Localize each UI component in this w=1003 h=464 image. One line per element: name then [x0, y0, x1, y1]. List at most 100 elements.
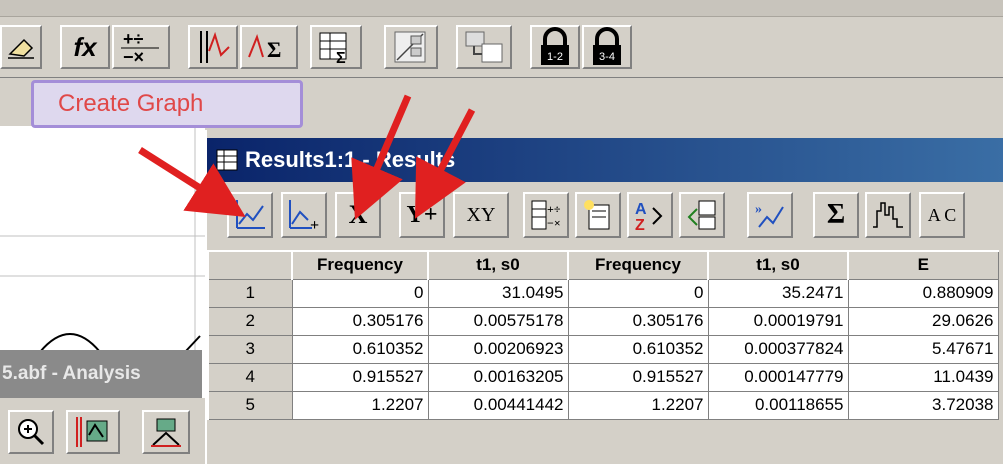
table-cell[interactable]: 0.000147779: [707, 362, 849, 392]
table-cell[interactable]: 0: [567, 278, 709, 308]
svg-text:»: »: [755, 202, 762, 217]
arithmetic-icon[interactable]: +÷ −×: [112, 25, 170, 69]
table-cell[interactable]: 0.000377824: [707, 334, 849, 364]
table-cell[interactable]: 0.00575178: [427, 306, 569, 336]
row-header[interactable]: 1: [207, 278, 293, 308]
svg-text:+÷: +÷: [547, 202, 561, 216]
results-grid: Frequency t1, s0 Frequency t1, s0 E 1 0 …: [207, 250, 999, 420]
zoom-in-icon[interactable]: [8, 410, 54, 454]
svg-text:3-4: 3-4: [599, 51, 615, 63]
new-sheet-icon[interactable]: [575, 192, 621, 238]
results-titlebar[interactable]: Results1:1 - Results: [207, 138, 1003, 182]
row-header[interactable]: 4: [207, 362, 293, 392]
create-graph-icon[interactable]: [227, 192, 273, 238]
table-cell[interactable]: 1.2207: [291, 390, 429, 420]
fit-icon[interactable]: [142, 410, 190, 454]
table-cell[interactable]: 3.72038: [847, 390, 999, 420]
table-cell[interactable]: 5.47671: [847, 334, 999, 364]
lock-3-4-icon[interactable]: 3-4: [582, 25, 632, 69]
set-xy-button[interactable]: XY: [453, 192, 509, 238]
row-header[interactable]: 3: [207, 334, 293, 364]
set-x-button[interactable]: X: [335, 192, 381, 238]
table-cell[interactable]: 0.915527: [567, 362, 709, 392]
table-cell[interactable]: 0.00206923: [427, 334, 569, 364]
table-cell[interactable]: 0.00118655: [707, 390, 849, 420]
svg-text:−×: −×: [123, 47, 144, 66]
results-toolbar: + X Y+ XY +÷ −× AZ » Σ A C: [207, 182, 1003, 248]
table-cell[interactable]: 0.610352: [291, 334, 429, 364]
lock-1-2-icon[interactable]: 1-2: [530, 25, 580, 69]
import-icon[interactable]: [679, 192, 725, 238]
results-title: Results1:1 - Results: [245, 147, 456, 172]
svg-text:+÷: +÷: [123, 29, 144, 49]
cursor-measure-icon[interactable]: [188, 25, 238, 69]
analysis-toolbar: [0, 398, 205, 464]
table-cell[interactable]: 0.00163205: [427, 362, 569, 392]
graph-trace: [0, 126, 205, 366]
text-format-label: A C: [927, 204, 957, 225]
results-window: Results1:1 - Results + X Y+ XY +÷−× AZ: [205, 130, 1003, 464]
histogram-icon[interactable]: [865, 192, 911, 238]
table-cell[interactable]: 11.0439: [847, 362, 999, 392]
integrate-icon[interactable]: Σ: [240, 25, 298, 69]
append-graph-icon[interactable]: +: [281, 192, 327, 238]
import-data-icon[interactable]: [456, 25, 512, 69]
table-cell[interactable]: 0.305176: [291, 306, 429, 336]
column-header[interactable]: Frequency: [291, 250, 429, 280]
table-row: 5 1.2207 0.00441442 1.2207 0.00118655 3.…: [207, 390, 999, 420]
set-xy-label: XY: [466, 203, 496, 226]
top-strip: [0, 0, 1003, 17]
corner-header[interactable]: [207, 250, 293, 280]
table-cell[interactable]: 29.0626: [847, 306, 999, 336]
table-row: 3 0.610352 0.00206923 0.610352 0.0003778…: [207, 334, 999, 364]
text-format-button[interactable]: A C: [919, 192, 965, 238]
set-y-label: Y+: [406, 201, 438, 228]
svg-text:+: +: [310, 217, 319, 232]
main-toolbar: fx +÷ −× Σ Σ 1-2 3-4: [0, 17, 1003, 78]
set-y-button[interactable]: Y+: [399, 192, 445, 238]
row-header[interactable]: 2: [207, 306, 293, 336]
table-cell[interactable]: 0.915527: [291, 362, 429, 392]
svg-text:A: A: [635, 201, 647, 218]
column-header[interactable]: t1, s0: [707, 250, 849, 280]
table-cell[interactable]: 0.00019791: [707, 306, 849, 336]
table-cell[interactable]: 0: [291, 278, 429, 308]
sort-icon[interactable]: AZ: [627, 192, 673, 238]
statistics-icon[interactable]: [384, 25, 438, 69]
function-button[interactable]: fx: [60, 25, 110, 69]
analysis-window-title: 5.abf - Analysis: [2, 363, 141, 384]
column-header[interactable]: E: [847, 250, 999, 280]
table-cell[interactable]: 0.610352: [567, 334, 709, 364]
table-cell[interactable]: 0.305176: [567, 306, 709, 336]
table-row: 2 0.305176 0.00575178 0.305176 0.0001979…: [207, 306, 999, 336]
sum-button[interactable]: Σ: [813, 192, 859, 238]
set-x-label: X: [348, 200, 368, 229]
svg-text:−×: −×: [547, 216, 561, 230]
table-row: 4 0.915527 0.00163205 0.915527 0.0001477…: [207, 362, 999, 392]
table-cell[interactable]: 0.880909: [847, 278, 999, 308]
create-graph-tooltip: Create Graph: [31, 80, 303, 128]
table-row: 1 0 31.0495 0 35.2471 0.880909: [207, 278, 999, 308]
row-header[interactable]: 5: [207, 390, 293, 420]
svg-text:Σ: Σ: [267, 37, 281, 62]
autoscale-icon[interactable]: [66, 410, 120, 454]
svg-text:Z: Z: [635, 217, 645, 232]
fx-label: fx: [73, 31, 97, 62]
create-graph-label: Create Graph: [58, 90, 204, 117]
column-header[interactable]: t1, s0: [427, 250, 569, 280]
svg-text:1-2: 1-2: [547, 51, 563, 63]
table-cell[interactable]: 1.2207: [567, 390, 709, 420]
analysis-window-titlebar[interactable]: 5.abf - Analysis: [0, 350, 202, 398]
sum-label: Σ: [826, 199, 846, 230]
table-cell[interactable]: 35.2471: [707, 278, 849, 308]
erase-icon[interactable]: [0, 25, 42, 69]
column-header[interactable]: Frequency: [567, 250, 709, 280]
header-row: Frequency t1, s0 Frequency t1, s0 E: [207, 250, 999, 280]
table-sum-icon[interactable]: Σ: [310, 25, 362, 69]
table-cell[interactable]: 0.00441442: [427, 390, 569, 420]
svg-text:Σ: Σ: [336, 50, 346, 65]
spreadsheet-icon: [216, 149, 238, 171]
column-arithmetic-icon[interactable]: +÷ −×: [523, 192, 569, 238]
table-cell[interactable]: 31.0495: [427, 278, 569, 308]
interpolate-icon[interactable]: »: [747, 192, 793, 238]
